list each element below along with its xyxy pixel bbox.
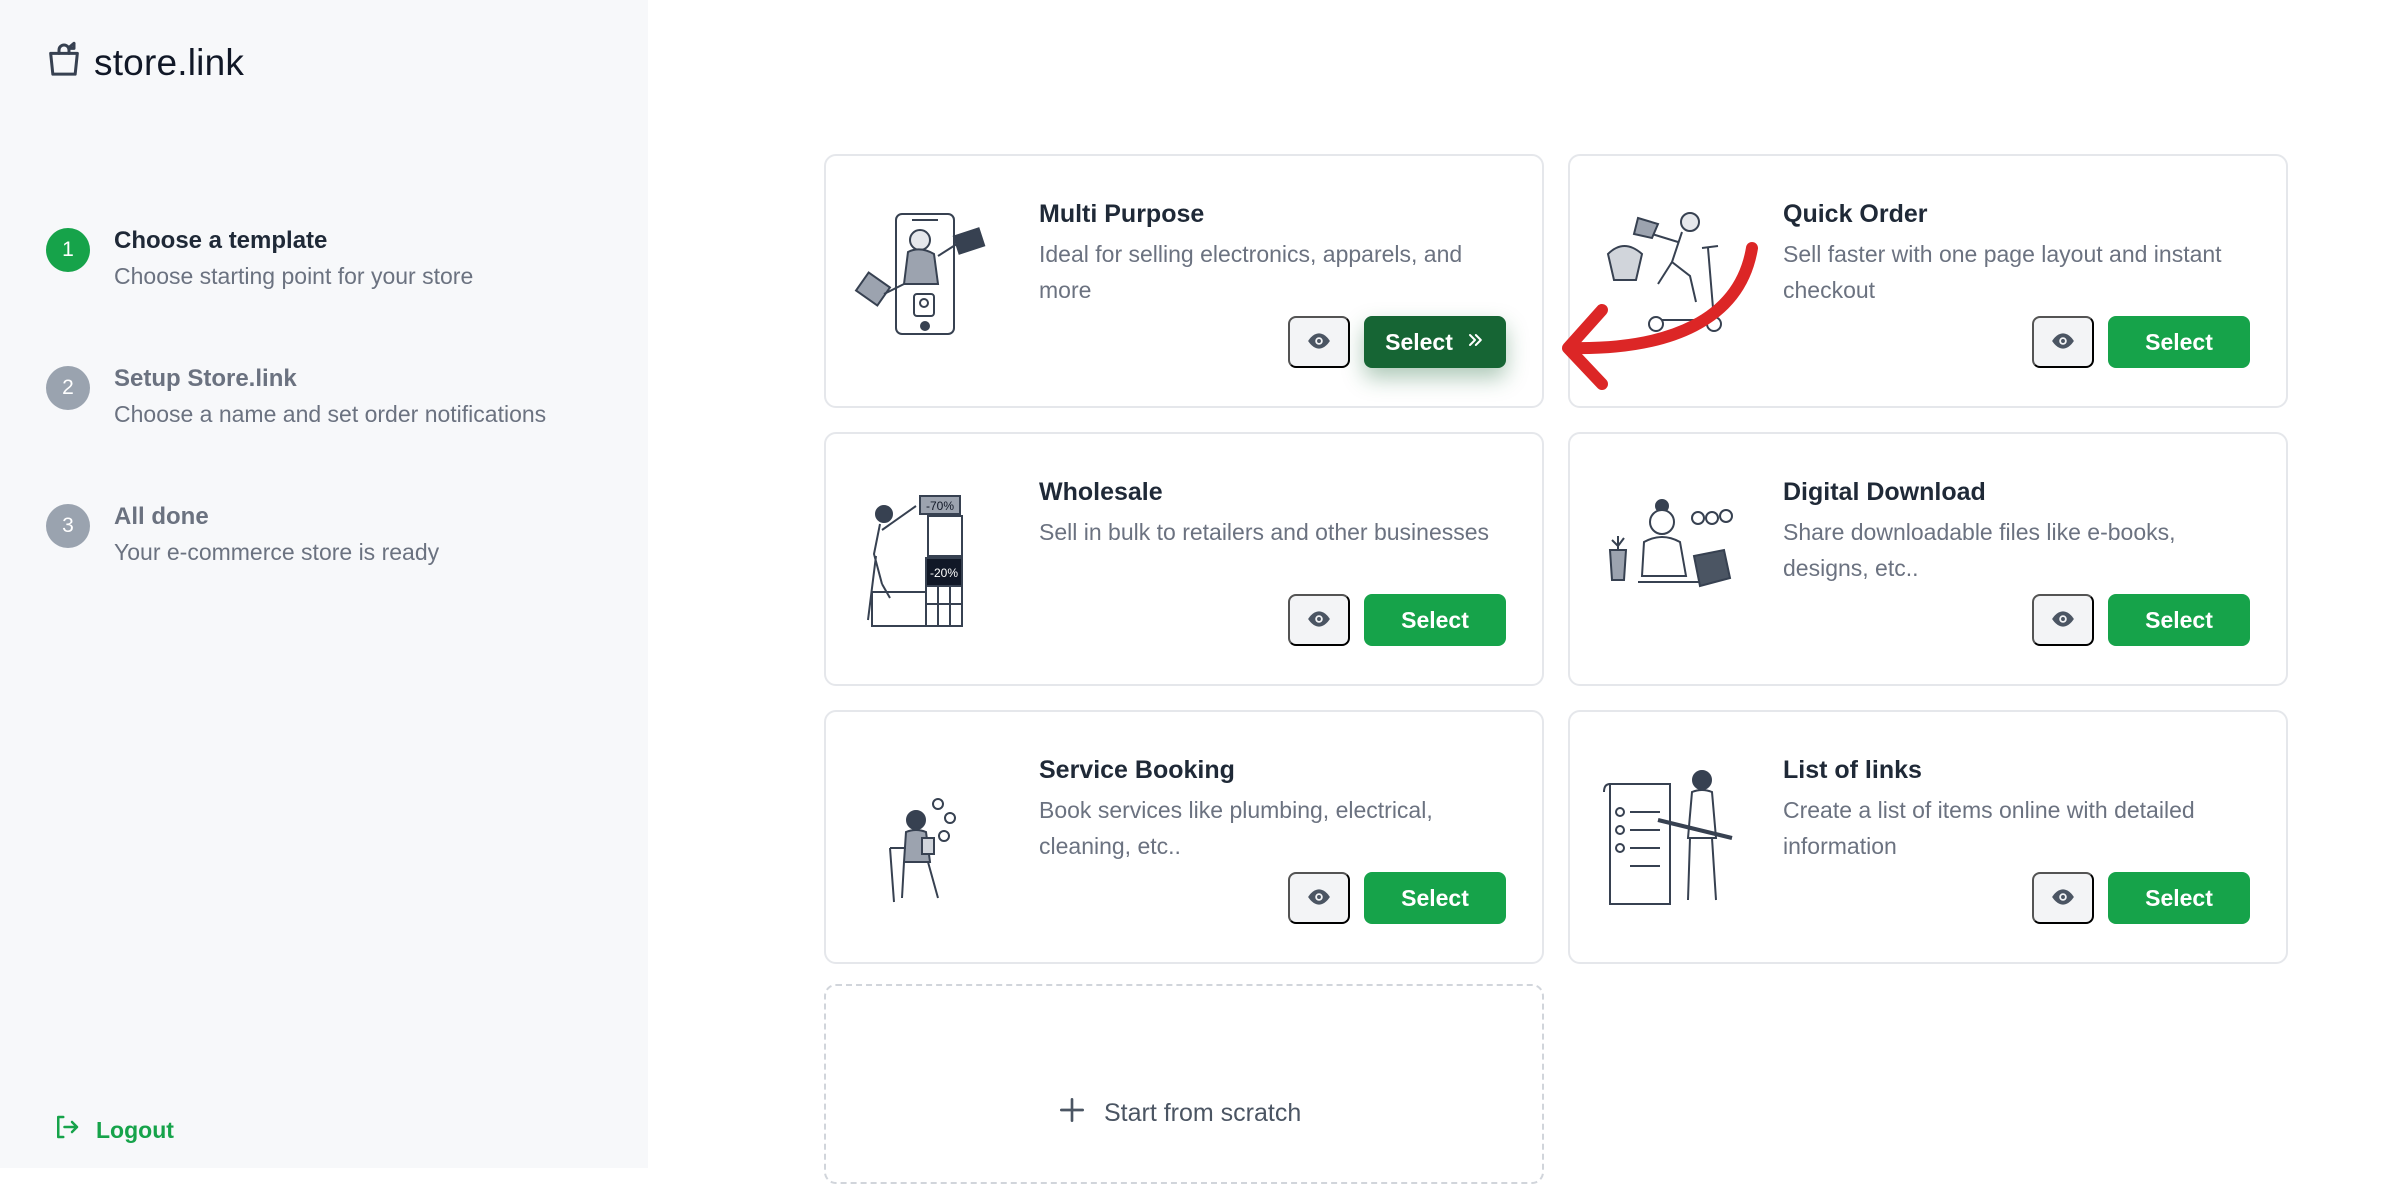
eye-icon (2050, 328, 2076, 357)
select-label: Select (1401, 884, 1469, 911)
eye-icon (1306, 884, 1332, 913)
select-button[interactable]: Select (2108, 316, 2250, 368)
step-choose-template: 1 Choose a template Choose starting poin… (46, 224, 473, 294)
sidebar: store.link 1 Choose a template Choose st… (0, 0, 648, 1168)
chevrons-right-icon (1465, 329, 1485, 356)
preview-button[interactable] (1288, 316, 1350, 368)
logout-icon (52, 1112, 82, 1148)
select-label: Select (1385, 328, 1453, 355)
list-of-links-illustration (1603, 770, 1733, 905)
step-setup-store: 2 Setup Store.link Choose a name and set… (46, 362, 546, 432)
logout-label: Logout (96, 1116, 174, 1143)
template-title: Multi Purpose (1039, 200, 1205, 228)
preview-button[interactable] (1288, 594, 1350, 646)
template-title: List of links (1783, 756, 1922, 784)
wholesale-illustration: -70% -20% (867, 495, 963, 627)
template-title: Service Booking (1039, 756, 1235, 784)
template-card-digital-download[interactable]: Digital Download Share downloadable file… (1568, 432, 2288, 686)
select-label: Select (2145, 884, 2213, 911)
shopping-bag-icon (44, 40, 84, 85)
preview-button[interactable] (2032, 316, 2094, 368)
template-description: Create a list of items online with detai… (1783, 797, 2195, 859)
template-card-wholesale[interactable]: -70% -20% Wholesale Sell in bulk to reta… (824, 432, 1544, 686)
svg-text:-20%: -20% (930, 566, 958, 580)
quick-order-illustration (1606, 212, 1722, 332)
step-title: Setup Store.link (114, 365, 297, 392)
step-number: 2 (46, 366, 90, 410)
eye-icon (2050, 884, 2076, 913)
step-description: Choose starting point for your store (114, 263, 474, 289)
select-button[interactable]: Select (2108, 594, 2250, 646)
select-button[interactable]: Select (1364, 316, 1506, 368)
select-label: Select (2145, 606, 2213, 633)
select-button[interactable]: Select (1364, 872, 1506, 924)
template-description: Book services like plumbing, electrical,… (1039, 797, 1433, 859)
svg-text:-70%: -70% (926, 499, 954, 513)
brand-name: store.link (94, 41, 245, 83)
template-description: Sell in bulk to retailers and other busi… (1039, 519, 1490, 545)
eye-icon (1306, 328, 1332, 357)
step-number: 1 (46, 228, 90, 272)
select-button[interactable]: Select (1364, 594, 1506, 646)
brand-logo[interactable]: store.link (44, 40, 244, 85)
step-description: Your e-commerce store is ready (114, 539, 440, 565)
start-from-scratch-label: Start from scratch (1104, 1099, 1302, 1127)
template-title: Quick Order (1783, 200, 1928, 228)
plus-icon (1056, 1094, 1088, 1133)
eye-icon (2050, 606, 2076, 635)
service-booking-illustration (889, 798, 956, 903)
template-description: Ideal for selling electronics, apparels,… (1039, 241, 1463, 303)
select-label: Select (2145, 328, 2213, 355)
select-label: Select (1401, 606, 1469, 633)
step-title: Choose a template (114, 227, 328, 254)
template-description: Share downloadable files like e-books, d… (1783, 519, 2176, 581)
template-card-list-of-links[interactable]: List of links Create a list of items onl… (1568, 710, 2288, 964)
select-button[interactable]: Select (2108, 872, 2250, 924)
digital-download-illustration (1608, 499, 1733, 588)
template-title: Wholesale (1039, 478, 1163, 506)
preview-button[interactable] (2032, 872, 2094, 924)
logout-button[interactable]: Logout (52, 1112, 174, 1148)
step-description: Choose a name and set order notification… (114, 401, 547, 427)
template-card-service-booking[interactable]: Service Booking Book services like plumb… (824, 710, 1544, 964)
start-from-scratch-card[interactable]: Start from scratch (824, 984, 1544, 1184)
step-title: All done (114, 503, 209, 530)
template-title: Digital Download (1783, 478, 1986, 506)
step-number: 3 (46, 504, 90, 548)
template-card-multi-purpose[interactable]: Multi Purpose Ideal for selling electron… (824, 154, 1544, 408)
template-card-quick-order[interactable]: Quick Order Sell faster with one page la… (1568, 154, 2288, 408)
step-all-done: 3 All done Your e-commerce store is read… (46, 500, 439, 570)
preview-button[interactable] (1288, 872, 1350, 924)
template-description: Sell faster with one page layout and ins… (1783, 241, 2222, 303)
eye-icon (1306, 606, 1332, 635)
multi-purpose-illustration (854, 213, 986, 335)
preview-button[interactable] (2032, 594, 2094, 646)
